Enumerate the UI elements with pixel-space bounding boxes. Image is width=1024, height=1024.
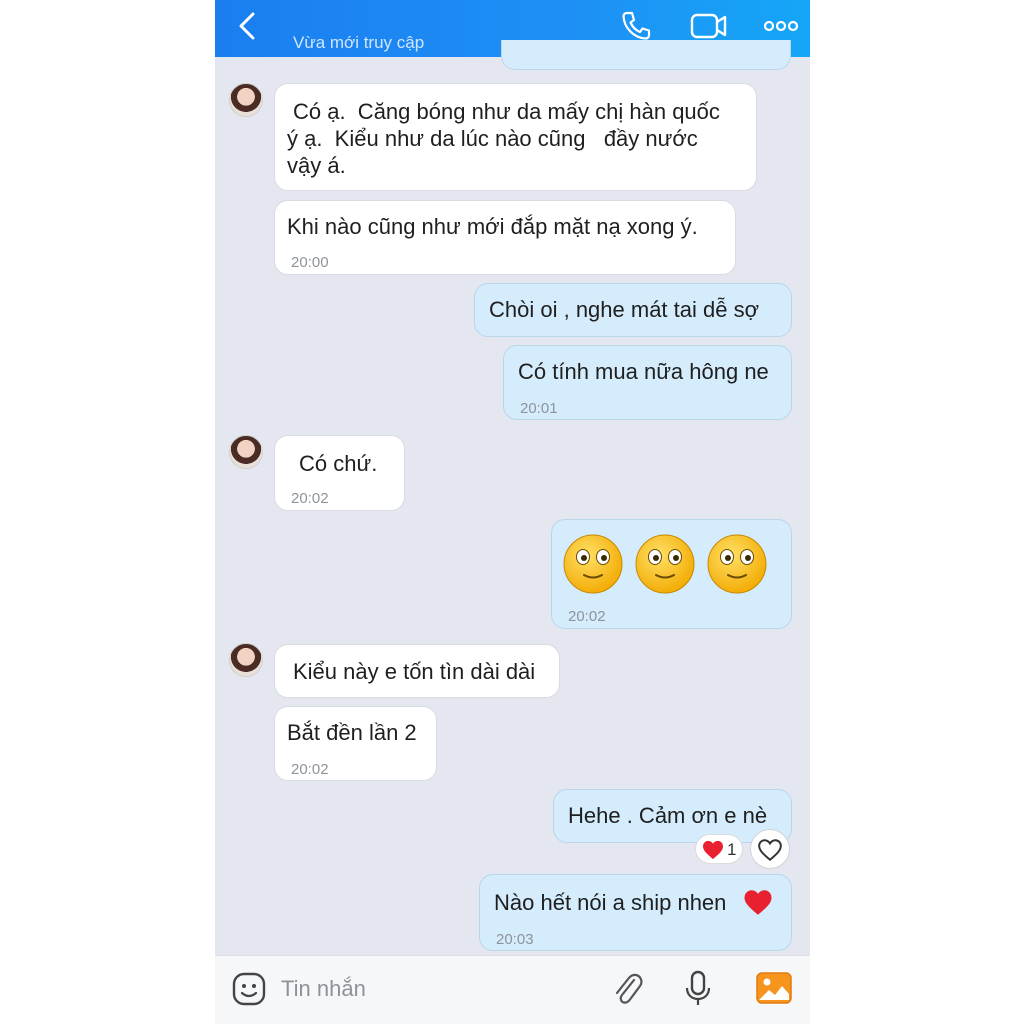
sticker-button[interactable]: [231, 971, 267, 1007]
microphone-icon: [685, 970, 711, 1005]
sticker-face-icon: [232, 972, 266, 1006]
more-options-button[interactable]: [763, 8, 799, 44]
message-time: 20:01: [520, 400, 558, 417]
red-heart-icon: [744, 890, 772, 915]
more-dots-icon: [763, 20, 799, 32]
message-text: Khi nào cũng như mới đắp mặt nạ xong ý.: [287, 214, 698, 239]
message-time: 20:02: [291, 761, 329, 778]
reaction-count: 1: [727, 840, 737, 859]
message-text: Có ạ. Căng bóng như da mấy chị hàn quốc: [293, 99, 720, 124]
contact-avatar[interactable]: [229, 83, 263, 117]
message-sent[interactable]: Nào hết nói a ship nhen 20:03: [479, 874, 792, 951]
chevron-left-icon: [239, 12, 255, 40]
voice-message-button[interactable]: [683, 970, 713, 1008]
message-text: Hehe . Cảm ơn e nè: [568, 803, 768, 828]
photo-button[interactable]: [755, 970, 793, 1006]
message-received[interactable]: Bắt đền lần 2 20:02: [274, 706, 437, 781]
presence-status: Vừa mới truy cập: [293, 33, 425, 52]
message-time: 20:02: [568, 608, 606, 625]
message-received[interactable]: Có chứ. 20:02: [274, 435, 405, 511]
photo-gallery-icon: [756, 972, 792, 1004]
phone-icon: [622, 11, 651, 40]
message-received[interactable]: Có ạ. Căng bóng như da mấy chị hàn quốc …: [274, 83, 757, 191]
message-time: 20:03: [496, 931, 534, 948]
contact-avatar[interactable]: [229, 435, 263, 469]
message-text: Kiểu này e tốn tìn dài dài: [293, 659, 536, 684]
video-camera-icon: [690, 13, 727, 39]
message-text: Có tính mua nữa hông ne: [518, 359, 769, 384]
message-text: Có chứ.: [299, 451, 378, 476]
react-heart-button[interactable]: [750, 829, 790, 869]
message-time: 20:00: [291, 254, 329, 271]
message-composer: [215, 955, 810, 1024]
back-button[interactable]: [233, 10, 263, 42]
contact-avatar[interactable]: [229, 643, 263, 677]
message-input[interactable]: [281, 974, 581, 1004]
slightly-smiling-face-icon: [563, 534, 623, 594]
message-received[interactable]: Kiểu này e tốn tìn dài dài: [274, 644, 560, 698]
slightly-smiling-face-icon: [635, 534, 695, 594]
previous-message-fragment: [501, 40, 791, 70]
paperclip-icon: [615, 973, 643, 1004]
red-heart-icon: [703, 840, 723, 860]
message-text: Chòi oi , nghe mát tai dễ sợ: [489, 297, 760, 322]
message-time: 20:02: [291, 490, 329, 507]
voice-call-button[interactable]: [618, 8, 654, 44]
slightly-smiling-face-icon: [707, 534, 767, 594]
message-sent[interactable]: Có tính mua nữa hông ne 20:01: [503, 345, 792, 420]
message-sent-emoji[interactable]: 20:02: [551, 519, 792, 629]
message-text: Bắt đền lần 2: [287, 720, 417, 745]
message-sent[interactable]: Chòi oi , nghe mát tai dễ sợ: [474, 283, 792, 337]
message-received[interactable]: Khi nào cũng như mới đắp mặt nạ xong ý. …: [274, 200, 736, 275]
heart-outline-icon: [758, 839, 782, 862]
message-text: ý ạ. Kiểu như da lúc nào cũng đầy nước: [287, 126, 698, 151]
message-text: Nào hết nói a ship nhen: [494, 890, 727, 915]
reaction-summary[interactable]: 1: [695, 834, 743, 864]
chat-screen: Vừa mới truy cập Có ạ. Căng bóng như da …: [215, 0, 810, 1024]
video-call-button[interactable]: [689, 8, 729, 44]
message-text: vậy á.: [287, 153, 346, 178]
attach-button[interactable]: [611, 970, 645, 1008]
